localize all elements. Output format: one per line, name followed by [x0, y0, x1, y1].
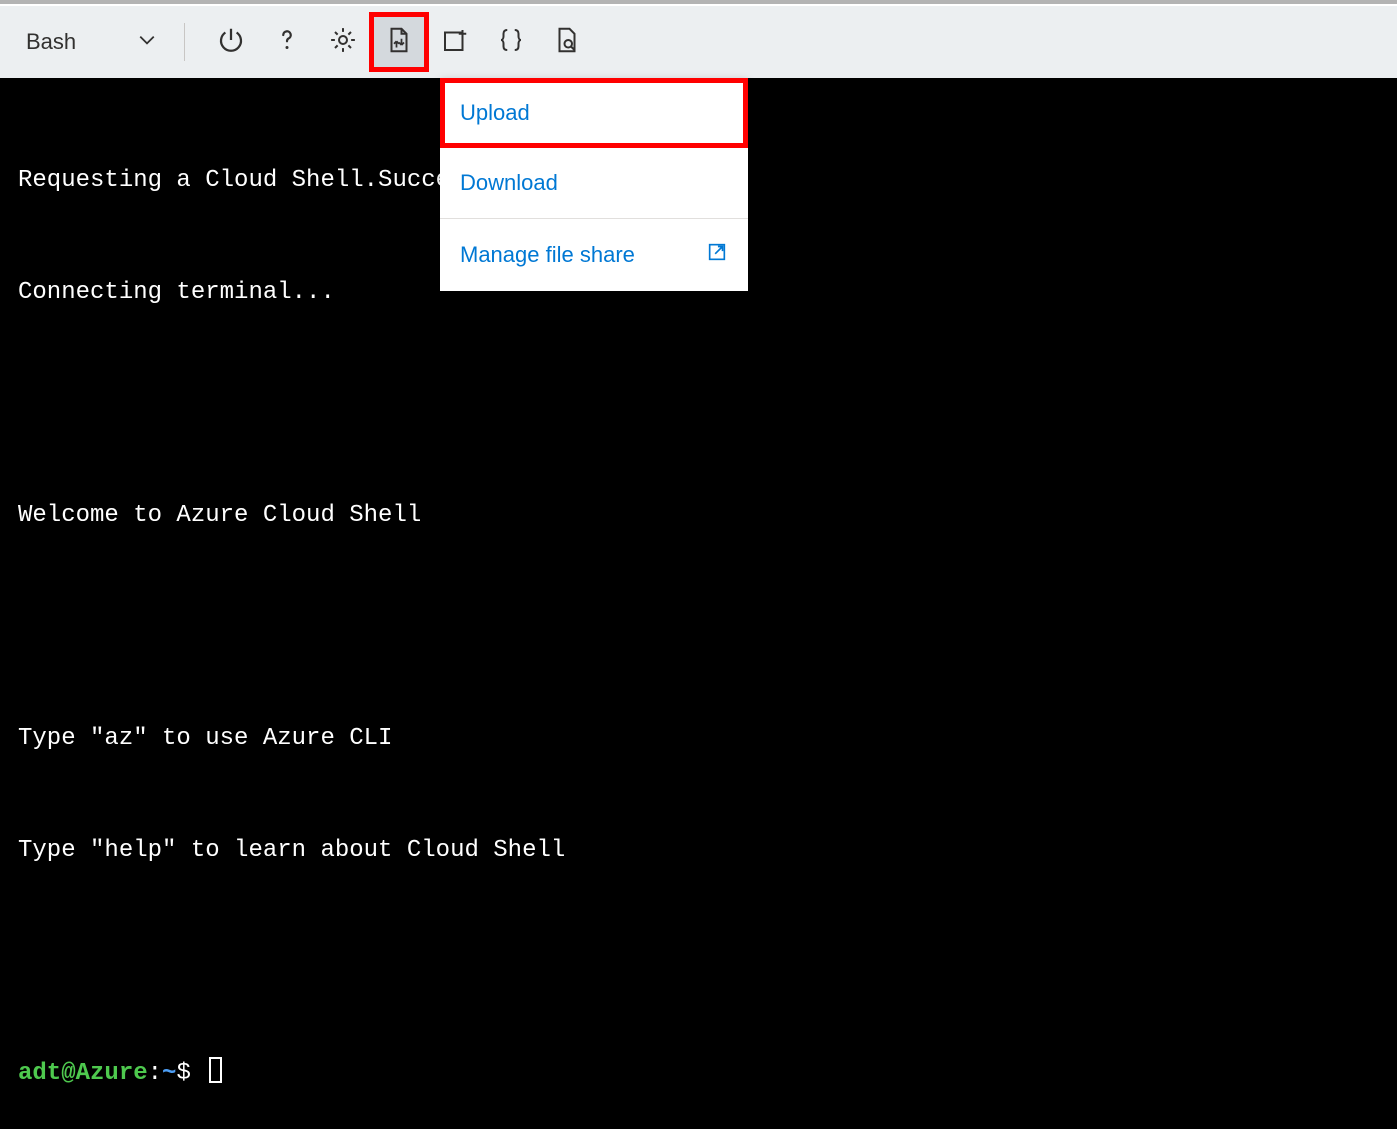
help-button[interactable] [259, 14, 315, 70]
prompt-user: adt@Azure [18, 1060, 148, 1087]
file-menu-dropdown: Upload Download Manage file share [440, 78, 748, 291]
upload-label: Upload [460, 100, 530, 126]
editor-button[interactable] [483, 14, 539, 70]
download-label: Download [460, 170, 558, 196]
shell-selector-label: Bash [26, 29, 76, 55]
restart-button[interactable] [203, 14, 259, 70]
power-icon [216, 25, 246, 60]
shell-selector[interactable]: Bash [16, 23, 166, 61]
manage-label: Manage file share [460, 242, 635, 268]
toolbar-divider [184, 23, 185, 61]
prompt-colon: : [148, 1060, 162, 1087]
cloud-shell-toolbar: Bash [0, 6, 1397, 78]
terminal-output-line: Type "help" to learn about Cloud Shell [18, 832, 1379, 869]
new-session-icon [440, 25, 470, 60]
preview-icon [552, 25, 582, 60]
terminal-output-line: Welcome to Azure Cloud Shell [18, 497, 1379, 534]
new-session-button[interactable] [427, 14, 483, 70]
terminal-blank-line [18, 609, 1379, 646]
terminal-prompt-line: adt@Azure:~$ [18, 1055, 1379, 1092]
file-updown-icon [384, 25, 414, 60]
terminal-output-line: Type "az" to use Azure CLI [18, 720, 1379, 757]
braces-icon [496, 25, 526, 60]
prompt-dollar: $ [176, 1060, 190, 1087]
gear-icon [328, 25, 358, 60]
external-link-icon [706, 241, 728, 269]
terminal-blank-line [18, 943, 1379, 980]
upload-download-button[interactable] [371, 14, 427, 70]
manage-file-share-menu-item[interactable]: Manage file share [440, 219, 748, 291]
download-menu-item[interactable]: Download [440, 148, 748, 219]
help-icon [272, 25, 302, 60]
prompt-path: ~ [162, 1060, 176, 1087]
terminal-blank-line [18, 386, 1379, 423]
terminal-cursor [209, 1057, 222, 1083]
upload-menu-item[interactable]: Upload [440, 78, 748, 148]
settings-button[interactable] [315, 14, 371, 70]
web-preview-button[interactable] [539, 14, 595, 70]
chevron-down-icon [138, 29, 156, 55]
